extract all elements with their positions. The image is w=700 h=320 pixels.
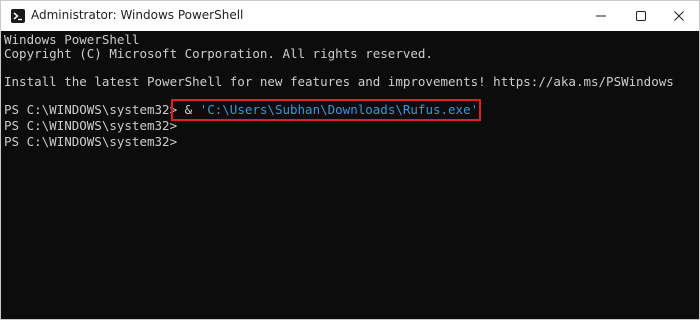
scrollbar[interactable]: [686, 31, 698, 319]
maximize-button[interactable]: [621, 1, 661, 31]
console-line: Install the latest PowerShell for new fe…: [4, 74, 674, 89]
title-bar[interactable]: Administrator: Windows PowerShell: [1, 1, 699, 31]
close-button[interactable]: [659, 1, 699, 31]
prompt: PS C:\WINDOWS\system32>: [4, 118, 178, 133]
powershell-icon: [11, 9, 25, 23]
prompt: PS C:\WINDOWS\system32>: [4, 102, 178, 117]
close-icon: [674, 11, 684, 21]
console-line: Copyright (C) Microsoft Corporation. All…: [4, 46, 433, 61]
maximize-icon: [636, 11, 646, 21]
powershell-window: Administrator: Windows PowerShell Window…: [0, 0, 700, 320]
console-output[interactable]: Windows PowerShell Copyright (C) Microso…: [1, 31, 685, 319]
command-highlight-box: [171, 99, 481, 121]
prompt: PS C:\WINDOWS\system32>: [4, 134, 178, 149]
window-title: Administrator: Windows PowerShell: [31, 8, 244, 22]
prompt-line: PS C:\WINDOWS\system32>: [4, 134, 177, 150]
minimize-button[interactable]: [581, 1, 621, 31]
minimize-icon: [596, 15, 606, 17]
prompt-line: PS C:\WINDOWS\system32>: [4, 118, 177, 134]
